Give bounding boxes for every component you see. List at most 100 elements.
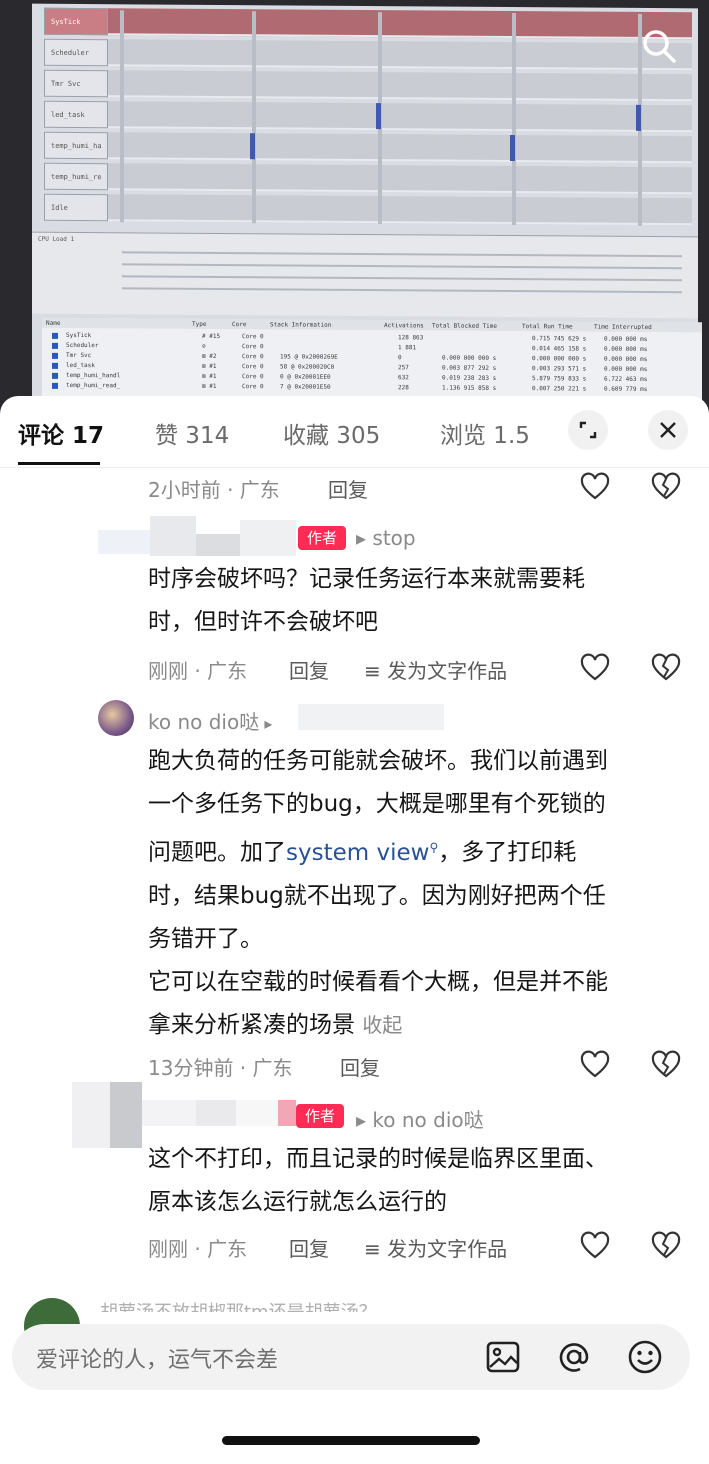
table-cell: temp_humi_read_ [66,381,121,390]
comment-input[interactable]: 爱评论的人，运气不会差 [12,1324,690,1390]
comment-preview: 胡萝汤不放胡椒那tm还是胡萝汤？ [100,1298,377,1312]
dislike-broken-heart-icon[interactable] [651,1050,681,1080]
timeline-row: temp_humi_re [44,162,692,195]
table-cell: 0.000 000 ms [604,365,648,373]
table-cell: 1 881 [398,344,417,352]
table-cell: 58 @ 0x200020C0 [280,363,335,371]
timeline-row: Tmr Svc [44,69,692,102]
task-color-swatch [52,342,58,349]
col-header: Name [46,319,61,327]
table-cell: 1.136 915 858 s [442,384,497,392]
dislike-broken-heart-icon[interactable] [651,472,681,502]
table-cell: 0.007 250 221 s [532,385,587,393]
comment-meta: 2小时前 · 广东 [148,478,280,502]
comment-text: 这个不打印，而且记录的时候是临界区里面、 原本该怎么运行就怎么运行的 [148,1138,608,1224]
avatar[interactable] [98,700,134,736]
expand-icon [579,421,597,439]
publish-as-text-button[interactable]: ≡ 发为文字作品 [364,655,507,684]
comment-line: 时，但时许不会破坏吧 [148,609,378,635]
table-cell: led_task [66,361,95,370]
cpu-load-label: CPU Load 1 [38,235,75,243]
dislike-broken-heart-icon[interactable] [651,653,681,683]
table-cell: temp_humi_handl [66,371,121,380]
like-heart-icon[interactable] [580,472,610,502]
table-cell: 0.000 000 ms [604,345,648,353]
comment-line: 一个多任务下的bug，大概是哪里有个死锁的 [148,791,606,817]
plot-line [122,263,682,270]
like-heart-icon[interactable] [580,653,610,683]
table-cell: 6.722 463 ms [604,375,648,383]
search-icon[interactable] [639,26,679,66]
table-cell: 195 @ 0x2000269E [280,353,338,361]
reply-button[interactable]: 回复 [289,655,329,684]
comment-text: 时序会破坏吗？记录任务运行本来就需要耗 时，但时许不会破坏吧 [148,558,585,644]
tab-comments[interactable]: 评论 17 [18,416,104,450]
publish-as-text-button[interactable]: ≡ 发为文字作品 [364,1233,507,1262]
image-icon[interactable] [484,1338,522,1376]
tab-bar: 评论 17 赞 314 收藏 305 浏览 1.5 [0,396,709,468]
timeline-row: led_task [44,100,692,133]
search-icon: ⚲ [429,840,439,854]
close-button[interactable] [648,410,688,450]
col-header: Activations [384,322,424,330]
task-color-swatch [52,362,58,369]
comment-meta: 13分钟前 · 广东 [148,1056,293,1080]
tab-favorites[interactable]: 收藏 305 [283,416,380,450]
timeline-row: temp_humi_ha [44,131,692,164]
table-cell: Scheduler [66,341,99,350]
comment-line: 跑大负荷的任务可能就会破坏。我们以前遇到 [148,748,608,774]
like-heart-icon[interactable] [580,1050,610,1080]
username-blurred [110,1082,142,1148]
reply-to-name[interactable]: ko no dio哒 [372,1108,483,1132]
table-cell: ⊠ #1 [202,362,217,370]
username-blurred [196,534,240,556]
reply-to: ▸ ko no dio哒 [356,1104,484,1133]
plot-line [122,275,682,282]
table-row: temp_humi_read_ ⊠ #1 Core 0 7 @ 0x20001E50 2… [52,382,692,394]
table-cell: 0.715 745 629 s [532,335,587,343]
reply-to: ▸ stop [356,526,416,550]
comment-line: 时，结果bug就不出现了。因为刚好把两个任 [148,882,606,909]
menu-icon: ≡ [364,659,388,683]
comment-line: 拿来分析紧凑的场景 收起 [148,1004,608,1047]
username-label: ko no dio哒 [148,710,260,734]
like-heart-icon[interactable] [580,1231,610,1261]
username-blurred [236,1100,278,1126]
reply-to-name[interactable]: stop [372,526,415,550]
expand-button[interactable] [568,410,608,450]
row-label: Tmr Svc [44,69,108,98]
publish-label: 发为文字作品 [387,659,508,683]
author-badge: 作者 [296,1104,344,1128]
table-cell: 0.019 238 283 s [442,374,497,382]
search-link[interactable]: system view⚲ [286,840,438,866]
username-blurred [142,1100,196,1126]
task-marker [250,133,255,160]
table-cell: Core 0 [242,373,264,381]
comment-line: 问题吧。加了system view⚲，多了打印耗 [148,826,608,875]
reply-arrow-icon: ▸ [356,1108,373,1132]
table-cell: ⊠ #1 [202,382,217,390]
plot-line [122,287,682,294]
timeline-row: Scheduler [44,38,692,71]
table-cell: 0.014 465 158 s [532,345,587,353]
reply-button[interactable]: 回复 [289,1233,329,1262]
mention-icon[interactable] [555,1338,593,1376]
publish-label: 发为文字作品 [387,1237,508,1261]
collapse-button[interactable]: 收起 [362,1013,402,1037]
author-badge: 作者 [298,526,346,550]
reply-button[interactable]: 回复 [328,474,368,503]
tab-likes[interactable]: 赞 314 [155,416,229,450]
reply-button[interactable]: 回复 [340,1052,380,1081]
post-photo[interactable]: SysTick Scheduler Tmr Svc led_task temp_… [0,0,709,420]
dislike-broken-heart-icon[interactable] [651,1231,681,1261]
table-cell: 5.879 759 833 s [532,375,587,383]
task-marker [376,103,381,130]
username[interactable]: ko no dio哒 ▸ [148,706,272,735]
emoji-icon[interactable] [626,1338,664,1376]
tab-views[interactable]: 浏览 1.5 [440,416,530,450]
table-cell: 0 @ 0x20001EE0 [280,373,331,381]
grid-line [120,10,124,223]
timeline-row: Idle [44,193,692,226]
comment-meta: 刚刚 · 广东 [148,1237,248,1261]
text-segment: 拿来分析紧凑的场景 [148,1011,355,1038]
